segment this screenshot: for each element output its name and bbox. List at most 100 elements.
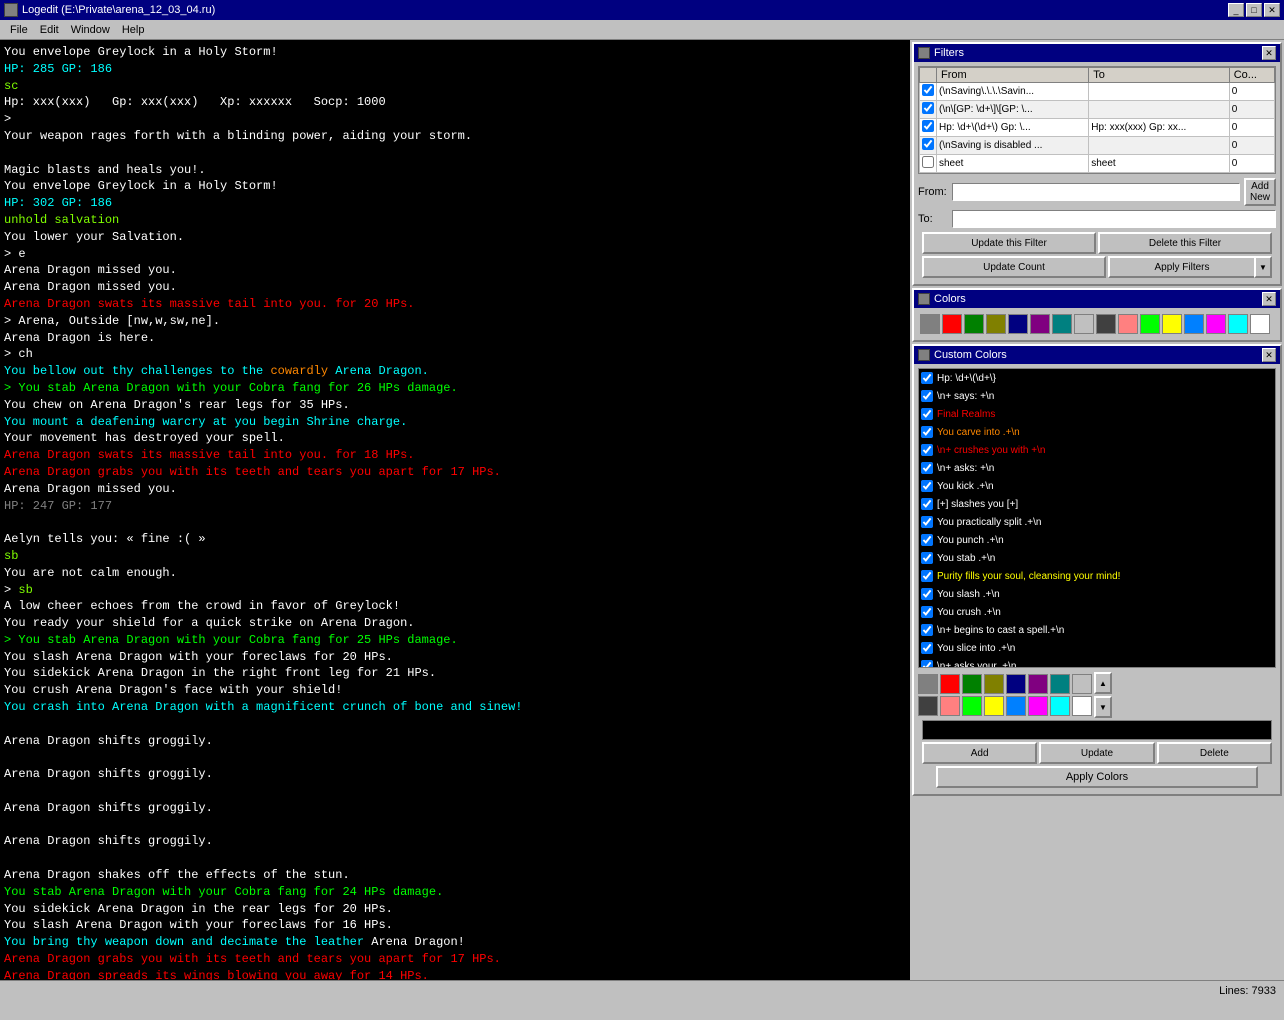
custom-color-item[interactable]: [+] slashes you [+] — [919, 495, 1275, 513]
maximize-button[interactable]: □ — [1246, 3, 1262, 17]
custom-color-item[interactable]: You punch .+\n — [919, 531, 1275, 549]
custom-color-item[interactable]: You kick .+\n — [919, 477, 1275, 495]
scroll-down-button[interactable]: ▼ — [1094, 696, 1112, 718]
color-swatch[interactable] — [1206, 314, 1226, 334]
color-swatch[interactable] — [1050, 696, 1070, 716]
filter-checkbox[interactable] — [922, 138, 934, 150]
from-input[interactable] — [952, 183, 1240, 201]
custom-color-checkbox[interactable] — [921, 480, 933, 492]
custom-color-item[interactable]: \n+ says: +\n — [919, 387, 1275, 405]
color-swatch[interactable] — [984, 696, 1004, 716]
custom-color-item[interactable]: \n+ begins to cast a spell.+\n — [919, 621, 1275, 639]
filters-close-button[interactable]: ✕ — [1262, 46, 1276, 60]
color-swatch[interactable] — [918, 696, 938, 716]
color-swatch[interactable] — [1028, 696, 1048, 716]
custom-colors-list[interactable]: Hp: \d+\(\d+\} \n+ says: +\n Final Realm… — [918, 368, 1276, 668]
filter-checkbox[interactable] — [922, 102, 934, 114]
apply-filters-dropdown[interactable]: ▼ — [1254, 256, 1272, 278]
custom-color-item[interactable]: You practically split .+\n — [919, 513, 1275, 531]
color-swatch[interactable] — [940, 696, 960, 716]
color-swatch[interactable] — [1052, 314, 1072, 334]
custom-color-checkbox[interactable] — [921, 426, 933, 438]
update-filter-button[interactable]: Update this Filter — [922, 232, 1096, 254]
color-swatch[interactable] — [1250, 314, 1270, 334]
custom-color-checkbox[interactable] — [921, 570, 933, 582]
colors-close-button[interactable]: ✕ — [1262, 292, 1276, 306]
color-swatch[interactable] — [1074, 314, 1094, 334]
custom-color-item[interactable]: You crush .+\n — [919, 603, 1275, 621]
custom-colors-close-button[interactable]: ✕ — [1262, 348, 1276, 362]
custom-color-checkbox[interactable] — [921, 660, 933, 668]
custom-color-item[interactable]: Hp: \d+\(\d+\} — [919, 369, 1275, 387]
color-swatch[interactable] — [1072, 674, 1092, 694]
filter-checkbox[interactable] — [922, 120, 934, 132]
apply-filters-button[interactable]: Apply Filters — [1108, 256, 1254, 278]
custom-color-item[interactable]: \n+ crushes you with +\n — [919, 441, 1275, 459]
color-swatch[interactable] — [1228, 314, 1248, 334]
color-swatch[interactable] — [1072, 696, 1092, 716]
custom-color-item[interactable]: Final Realms — [919, 405, 1275, 423]
color-swatch[interactable] — [1162, 314, 1182, 334]
custom-color-item[interactable]: You slash .+\n — [919, 585, 1275, 603]
color-swatch[interactable] — [1006, 674, 1026, 694]
custom-color-checkbox[interactable] — [921, 642, 933, 654]
custom-color-checkbox[interactable] — [921, 444, 933, 456]
custom-color-item[interactable]: You carve into .+\n — [919, 423, 1275, 441]
custom-color-checkbox[interactable] — [921, 498, 933, 510]
update-count-button[interactable]: Update Count — [922, 256, 1106, 278]
color-swatch[interactable] — [1030, 314, 1050, 334]
custom-color-item[interactable]: Purity fills your soul, cleansing your m… — [919, 567, 1275, 585]
minimize-button[interactable]: _ — [1228, 3, 1244, 17]
close-button[interactable]: ✕ — [1264, 3, 1280, 17]
custom-color-checkbox[interactable] — [921, 390, 933, 402]
menu-edit[interactable]: Edit — [34, 22, 65, 38]
filters-list[interactable]: From To Co... (\nSaving\.\.\.\Savin... 0 — [918, 66, 1276, 174]
to-input[interactable] — [952, 210, 1276, 228]
custom-color-checkbox[interactable] — [921, 552, 933, 564]
color-swatch[interactable] — [918, 674, 938, 694]
color-swatch[interactable] — [942, 314, 962, 334]
scroll-up-button[interactable]: ▲ — [1094, 672, 1112, 694]
delete-filter-button[interactable]: Delete this Filter — [1098, 232, 1272, 254]
color-swatch[interactable] — [1028, 674, 1048, 694]
apply-colors-button[interactable]: Apply Colors — [936, 766, 1258, 788]
menu-file[interactable]: File — [4, 22, 34, 38]
custom-color-checkbox[interactable] — [921, 462, 933, 474]
color-swatch[interactable] — [920, 314, 940, 334]
custom-color-checkbox[interactable] — [921, 408, 933, 420]
color-swatch[interactable] — [1140, 314, 1160, 334]
custom-color-item[interactable]: \n+ asks: +\n — [919, 459, 1275, 477]
custom-color-item[interactable]: You stab .+\n — [919, 549, 1275, 567]
custom-color-checkbox[interactable] — [921, 534, 933, 546]
color-swatch[interactable] — [1006, 696, 1026, 716]
add-color-button[interactable]: Add — [922, 742, 1037, 764]
custom-color-item[interactable]: \n+ asks your .+\n — [919, 657, 1275, 668]
color-swatch[interactable] — [984, 674, 1004, 694]
custom-color-checkbox[interactable] — [921, 372, 933, 384]
color-swatch[interactable] — [1118, 314, 1138, 334]
colors-title-bar: Colors ✕ — [914, 290, 1280, 308]
update-color-button[interactable]: Update — [1039, 742, 1154, 764]
custom-color-checkbox[interactable] — [921, 588, 933, 600]
custom-color-checkbox[interactable] — [921, 624, 933, 636]
filter-checkbox[interactable] — [922, 84, 934, 96]
color-swatch[interactable] — [1050, 674, 1070, 694]
custom-color-item[interactable]: You slice into .+\n — [919, 639, 1275, 657]
color-swatch[interactable] — [962, 674, 982, 694]
terminal-line: You envelope Greylock in a Holy Storm! — [4, 178, 906, 195]
delete-color-button[interactable]: Delete — [1157, 742, 1272, 764]
menu-window[interactable]: Window — [65, 22, 116, 38]
color-swatch[interactable] — [1184, 314, 1204, 334]
custom-color-checkbox[interactable] — [921, 516, 933, 528]
color-swatch[interactable] — [962, 696, 982, 716]
color-swatch[interactable] — [986, 314, 1006, 334]
terminal[interactable]: You envelope Greylock in a Holy Storm! H… — [0, 40, 910, 1000]
menu-help[interactable]: Help — [116, 22, 151, 38]
filter-checkbox[interactable] — [922, 156, 934, 168]
color-swatch[interactable] — [1096, 314, 1116, 334]
color-swatch[interactable] — [964, 314, 984, 334]
custom-color-checkbox[interactable] — [921, 606, 933, 618]
color-swatch[interactable] — [940, 674, 960, 694]
color-swatch[interactable] — [1008, 314, 1028, 334]
add-new-button[interactable]: AddNew — [1244, 178, 1276, 206]
